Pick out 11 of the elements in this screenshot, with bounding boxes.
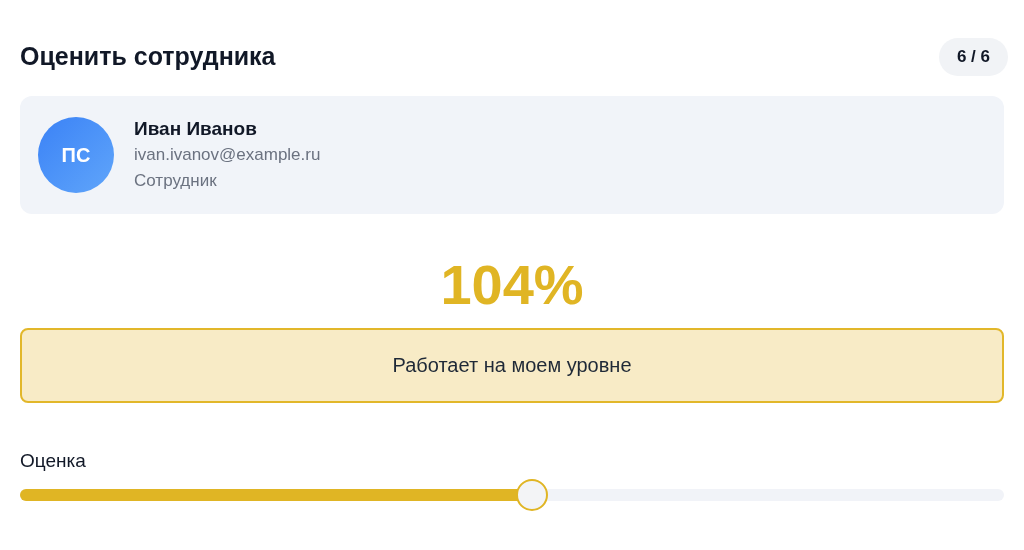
page-title: Оценить сотрудника xyxy=(20,41,276,72)
employee-role: Сотрудник xyxy=(134,169,218,192)
rating-slider[interactable] xyxy=(20,479,1004,511)
progress-counter: 6 / 6 xyxy=(938,38,1008,76)
verdict-banner: Работает на моем уровне xyxy=(20,327,1004,403)
avatar: ПС xyxy=(38,116,114,193)
score-percent: 104% xyxy=(440,251,584,318)
rating-label: Оценка xyxy=(20,448,87,473)
slider-thumb[interactable] xyxy=(515,479,548,511)
employee-name: Иван Иванов xyxy=(134,116,258,141)
employee-email: ivan.ivanov@example.ru xyxy=(134,143,321,166)
